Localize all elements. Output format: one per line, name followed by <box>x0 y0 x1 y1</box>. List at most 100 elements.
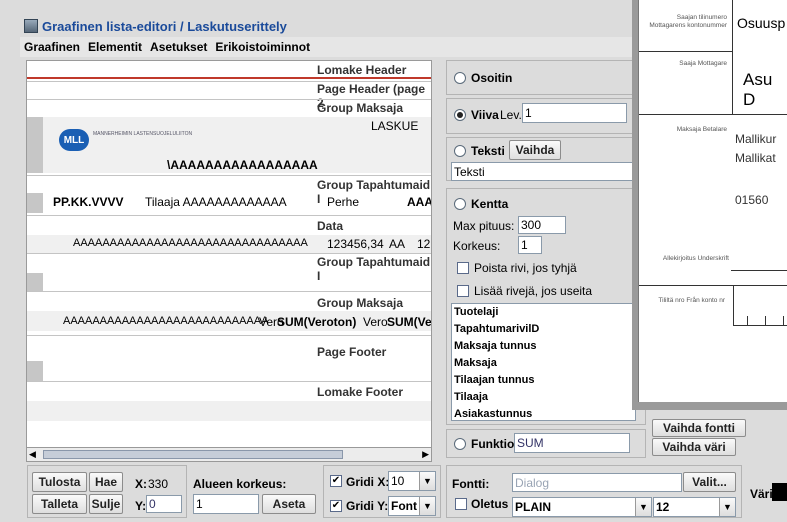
vaihda-fontti-button[interactable]: Vaihda fontti <box>652 419 746 437</box>
valit-button[interactable]: Valit... <box>683 472 736 492</box>
gridi-y-label: Gridi Y: <box>346 499 389 513</box>
canvas-hscrollbar[interactable]: ◀ ▶ <box>26 447 432 462</box>
window-title: Graafinen lista-editori / Laskutuseritte… <box>24 18 287 34</box>
size-select[interactable]: 12 ▼ <box>653 497 736 517</box>
menu-erikoistoiminnot[interactable]: Erikoistoiminnot <box>215 40 310 54</box>
tililta-label: Tililtä nro Från konto nr <box>658 297 725 304</box>
perhe-field[interactable]: Perhe <box>327 195 359 209</box>
header-line <box>27 77 431 79</box>
hae-button[interactable]: Hae <box>89 472 123 492</box>
scroll-thumb[interactable] <box>43 450 343 459</box>
data-n-field[interactable]: 12 <box>417 237 430 251</box>
oletus-checkbox[interactable] <box>455 498 467 510</box>
list-item[interactable]: Maksaja <box>452 355 635 372</box>
teksti-radio[interactable] <box>454 145 466 157</box>
app-icon <box>24 19 38 33</box>
asu-text: Asu D <box>743 70 773 109</box>
date-field[interactable]: PP.KK.VVVV <box>53 195 123 209</box>
mallikat-text: Mallikat <box>735 151 776 165</box>
viiva-label: Viiva <box>471 108 499 122</box>
lev-input[interactable]: 1 <box>522 103 627 123</box>
window-titlebar: Graafinen lista-editori / Laskutuseritte… <box>20 0 720 37</box>
data-aa-field[interactable]: AA <box>389 237 405 251</box>
list-item[interactable]: Tilaajan tunnus <box>452 372 635 389</box>
list-item[interactable]: TapahtumarivilD <box>452 321 635 338</box>
logo-subtext: MANNERHEIMIN LASTENSUOJELULIITON <box>93 131 193 137</box>
funktio-radio[interactable] <box>454 438 466 450</box>
y-label: Y: <box>135 499 147 513</box>
band-page-footer[interactable]: Page Footer <box>317 345 386 359</box>
style-select[interactable]: PLAIN ▼ <box>512 497 652 517</box>
band-lomake-footer[interactable]: Lomake Footer <box>317 385 403 399</box>
band-data[interactable]: Data <box>317 219 343 233</box>
gridi-x-checkbox[interactable]: ✔ <box>330 475 342 487</box>
aaa-field[interactable]: AAA <box>407 195 431 209</box>
scroll-left-icon[interactable]: ◀ <box>29 449 36 460</box>
sum-vero-field[interactable]: SUM(Ve <box>387 315 431 329</box>
menu-graafinen[interactable]: Graafinen <box>24 40 80 54</box>
report-canvas[interactable]: Lomake Header Page Header (page 2 Group … <box>26 60 432 448</box>
aseta-button[interactable]: Aseta <box>262 494 316 514</box>
viiva-radio[interactable] <box>454 109 466 121</box>
data-a-field[interactable]: AAAAAAAAAAAAAAAAAAAAAAAAAAAAAAAA <box>73 237 308 249</box>
allekirjoitus-label: Allekirjoitus Underskrift <box>662 255 729 262</box>
talleta-button[interactable]: Talleta <box>32 494 87 514</box>
color-swatch[interactable] <box>772 483 787 501</box>
saaja-label: Saaja Mottagare <box>679 60 727 67</box>
laskue-text[interactable]: LASKUE <box>371 119 418 133</box>
funktio-input[interactable]: SUM <box>514 433 630 453</box>
chevron-down-icon[interactable]: ▼ <box>419 497 435 515</box>
tulosta-button[interactable]: Tulosta <box>32 472 87 492</box>
gridi-x-select[interactable]: 10 ▼ <box>388 471 436 491</box>
kentta-radio[interactable] <box>454 198 466 210</box>
poista-checkbox[interactable] <box>457 262 469 274</box>
saajan-tilinumero-label: Saajan tilinumero Mottagarens kontonumme… <box>649 14 727 29</box>
fontti-input[interactable]: Dialog <box>512 473 682 492</box>
mallikur-text: Mallikur <box>735 132 777 146</box>
preview-window: Saajan tilinumero Mottagarens kontonumme… <box>638 0 787 402</box>
gridi-y-checkbox[interactable]: ✔ <box>330 500 342 512</box>
list-item[interactable]: Tilaaja <box>452 389 635 406</box>
field-list[interactable]: Tuotelaji TapahtumarivilD Maksaja tunnus… <box>451 303 636 421</box>
sum-a-field[interactable]: AAAAAAAAAAAAAAAAAAAAAAAAAAAA <box>63 315 268 327</box>
teksti-label: Teksti <box>471 144 505 158</box>
korkeus-input[interactable]: 1 <box>518 236 542 254</box>
list-item[interactable]: Maksaja tunnus <box>452 338 635 355</box>
menu-asetukset[interactable]: Asetukset <box>150 40 207 54</box>
list-item[interactable]: Asiakastunnus <box>452 406 635 420</box>
data-amount-field[interactable]: 123456,34 <box>327 237 384 251</box>
tilaaja-field[interactable]: Tilaaja AAAAAAAAAAAAA <box>145 195 287 209</box>
sulje-button[interactable]: Sulje <box>89 494 123 514</box>
x-label: X: <box>135 477 147 491</box>
chevron-down-icon[interactable]: ▼ <box>419 472 435 490</box>
alueen-korkeus-label: Alueen korkeus: <box>193 477 287 491</box>
x-value: 330 <box>148 477 169 491</box>
chevron-down-icon[interactable]: ▼ <box>635 498 651 516</box>
teksti-input[interactable]: Teksti <box>451 162 636 181</box>
a-field[interactable]: \AAAAAAAAAAAAAAAAA <box>167 158 318 172</box>
y-value[interactable]: 0 <box>146 495 182 513</box>
list-item[interactable]: Tuotelaji <box>452 304 635 321</box>
menu-elementit[interactable]: Elementit <box>88 40 142 54</box>
kentta-label: Kentta <box>471 197 509 211</box>
osuusp-text: Osuusp <box>737 15 786 31</box>
postal-text: 01560 <box>735 193 769 207</box>
vaihda-button[interactable]: Vaihda <box>509 140 561 160</box>
lisaa-checkbox[interactable] <box>457 285 469 297</box>
scroll-right-icon[interactable]: ▶ <box>422 449 429 460</box>
chevron-down-icon[interactable]: ▼ <box>719 498 735 516</box>
poista-label: Poista rivi, jos tyhjä <box>474 261 577 275</box>
band-group-tapahtuma-footer[interactable]: Group Tapahtumaid I <box>317 255 431 283</box>
alueen-korkeus-input[interactable]: 1 <box>193 494 259 514</box>
gridi-y-select[interactable]: Font ▼ <box>388 496 436 516</box>
maksaja-label: Maksaja Betalare <box>676 126 727 133</box>
vero-label-2[interactable]: Vero <box>363 315 388 329</box>
osoitin-label: Osoitin <box>471 71 513 85</box>
band-lomake-header[interactable]: Lomake Header <box>317 63 406 77</box>
max-pituus-input[interactable]: 300 <box>518 216 566 234</box>
max-pituus-label: Max pituus: <box>453 219 515 233</box>
sum-veroton-field[interactable]: SUM(Veroton) <box>277 315 356 329</box>
fontti-label: Fontti: <box>452 477 490 491</box>
osoitin-radio[interactable] <box>454 72 466 84</box>
vaihda-vari-button[interactable]: Vaihda väri <box>652 438 736 456</box>
